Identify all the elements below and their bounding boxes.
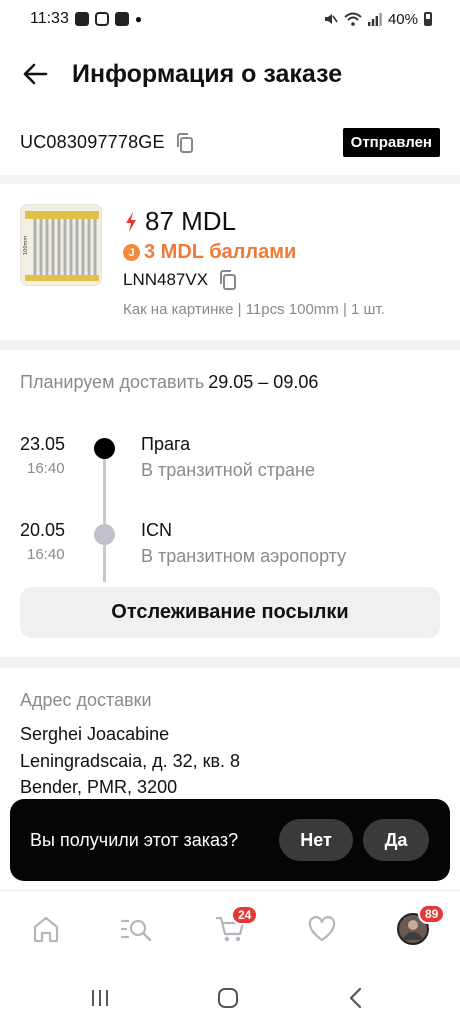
points-row: J 3 MDL баллами <box>123 241 296 264</box>
bottom-nav: 24 89 <box>0 890 460 968</box>
arrow-left-icon <box>23 63 48 85</box>
product-image-label: 100mm <box>23 236 29 255</box>
address-line: Serghei Joacabine <box>20 724 170 744</box>
wifi-icon <box>344 12 362 26</box>
battery-percent: 40% <box>387 10 418 28</box>
signal-icon <box>367 13 382 26</box>
delivery-plan: Планируем доставить 29.05 – 09.06 <box>20 372 318 393</box>
track-parcel-button[interactable]: Отслеживание посылки <box>20 587 440 638</box>
more-notifications-dot-icon: ● <box>134 12 143 26</box>
status-bar: 11:33 ● 40% <box>0 0 460 38</box>
event-place: ICN <box>141 520 172 540</box>
product-variant: Как на картинке | 11pcs 100mm | 1 шт. <box>123 301 385 318</box>
address-line: Leningradscaia, д. 32, кв. 8 <box>20 751 241 771</box>
status-left: 11:33 ● <box>30 10 142 28</box>
header: Информация о заказе <box>0 38 460 110</box>
nav-wishlist[interactable] <box>302 909 342 949</box>
back-system-button[interactable] <box>338 980 374 1016</box>
order-status-badge: Отправлен <box>342 128 440 157</box>
mute-icon <box>324 14 338 24</box>
event-time: 16:40 <box>27 460 65 477</box>
received-order-prompt: Вы получили этот заказ? Нет Да <box>10 799 450 881</box>
status-right: 40% <box>322 11 432 28</box>
copy-icon[interactable] <box>175 132 195 154</box>
event-description: В транзитной стране <box>141 460 315 480</box>
timeline-event: 20.05 16:40 ICN В транзитном аэропорту <box>0 520 460 580</box>
sku-row: LNN487VX <box>123 269 238 291</box>
points-amount: 3 MDL баллами <box>144 241 297 263</box>
delivery-plan-dates: 29.05 – 09.06 <box>208 372 319 392</box>
delivery-card: Планируем доставить 29.05 – 09.06 23.05 1… <box>0 350 460 657</box>
event-place: Прага <box>141 434 191 454</box>
points-coin-icon: J <box>123 244 140 261</box>
heart-icon <box>308 916 336 942</box>
flash-icon <box>126 211 136 232</box>
product-image[interactable]: 100mm <box>20 204 102 286</box>
notification-app-icon <box>74 12 89 26</box>
order-id: UC083097778GE <box>20 132 165 152</box>
order-id-row: UC083097778GE Отправлен <box>0 110 460 175</box>
home-system-icon <box>218 988 238 1008</box>
event-description: В транзитном аэропорту <box>141 546 347 566</box>
no-button[interactable]: Нет <box>279 819 353 861</box>
facebook-icon <box>114 12 129 26</box>
battery-icon <box>424 12 432 26</box>
nav-search[interactable] <box>116 909 156 949</box>
event-date: 23.05 <box>20 434 66 454</box>
address-line: Bender, PMR, 3200 <box>20 777 178 797</box>
delivery-plan-label: Планируем доставить <box>20 372 205 392</box>
product-sku: LNN487VX <box>123 270 209 289</box>
product-price: 87 MDL <box>145 206 237 236</box>
product-card[interactable]: 100mm 87 MDL J 3 MDL баллами LNN487VX Ка… <box>0 184 460 340</box>
home-icon <box>33 916 59 943</box>
status-time: 11:33 <box>30 10 69 27</box>
prompt-question: Вы получили этот заказ? <box>30 829 239 850</box>
copy-sku-icon[interactable] <box>218 269 238 291</box>
recent-apps-icon <box>92 990 108 1006</box>
system-nav-bar <box>0 968 460 1024</box>
back-button[interactable] <box>0 38 70 110</box>
address-title: Адрес доставки <box>20 690 152 710</box>
cart-badge: 24 <box>231 905 259 925</box>
timeline-event: 23.05 16:40 Прага В транзитной стране <box>0 434 460 494</box>
home-system-button[interactable] <box>210 980 246 1016</box>
yes-button[interactable]: Да <box>363 819 429 861</box>
event-date: 20.05 <box>20 520 66 540</box>
price-row: 87 MDL <box>123 206 236 237</box>
timeline-dot <box>94 524 115 545</box>
recent-apps-button[interactable] <box>82 980 118 1016</box>
account-badge: 89 <box>418 904 446 924</box>
timeline-dot-active <box>94 438 115 459</box>
page-title: Информация о заказе <box>72 59 343 88</box>
event-time: 16:40 <box>27 546 65 563</box>
search-list-icon <box>121 919 152 942</box>
instagram-icon <box>94 12 109 26</box>
nav-home[interactable] <box>26 909 66 949</box>
chevron-left-icon <box>349 987 362 1009</box>
